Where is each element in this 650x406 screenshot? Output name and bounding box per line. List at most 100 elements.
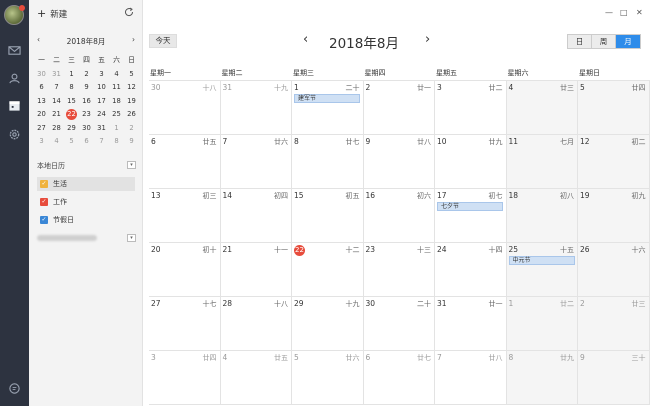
day-cell[interactable]: 31 廿一: [435, 297, 507, 351]
mini-day[interactable]: 28: [49, 122, 64, 136]
mini-day[interactable]: 6: [34, 81, 49, 95]
mini-day[interactable]: 6: [79, 135, 94, 149]
mini-day[interactable]: 16: [79, 95, 94, 109]
calendar-item[interactable]: ✓ 节假日: [37, 213, 135, 227]
day-cell[interactable]: 31 十九: [220, 81, 292, 135]
mini-day[interactable]: 27: [34, 122, 49, 136]
mini-day[interactable]: 4: [109, 68, 124, 82]
new-event-button[interactable]: + 新建: [37, 8, 67, 20]
day-cell[interactable]: 8 廿九: [506, 351, 578, 405]
mini-day[interactable]: 20: [34, 108, 49, 122]
day-cell[interactable]: 5 廿四: [578, 81, 650, 135]
day-cell[interactable]: 12 初二: [578, 135, 650, 189]
mini-day[interactable]: 31: [94, 122, 109, 136]
close-button[interactable]: ✕: [636, 8, 643, 17]
day-cell[interactable]: 2 廿三: [578, 297, 650, 351]
mini-day[interactable]: 5: [124, 68, 139, 82]
mini-day[interactable]: 23: [79, 108, 94, 122]
today-button[interactable]: 今天: [149, 34, 177, 48]
mini-day[interactable]: 9: [79, 81, 94, 95]
day-cell[interactable]: 14 初四: [220, 189, 292, 243]
day-cell[interactable]: 20 初十: [149, 243, 221, 297]
next-month-button[interactable]: ›: [425, 33, 430, 47]
day-cell[interactable]: 3 廿四: [149, 351, 221, 405]
contacts-icon[interactable]: [6, 70, 22, 86]
mini-day[interactable]: 8: [109, 135, 124, 149]
mini-day[interactable]: 30: [79, 122, 94, 136]
mini-day[interactable]: 17: [94, 95, 109, 109]
calendar-item[interactable]: ✓ 生活: [37, 177, 135, 191]
mini-day[interactable]: 9: [124, 135, 139, 149]
mini-day[interactable]: 10: [94, 81, 109, 95]
settings-icon[interactable]: [6, 126, 22, 142]
calendar-checkbox[interactable]: ✓: [40, 216, 48, 224]
day-cell[interactable]: 21 十一: [220, 243, 292, 297]
view-button[interactable]: 周: [592, 35, 616, 48]
day-cell[interactable]: 6 廿七: [363, 351, 435, 405]
view-button[interactable]: 日: [568, 35, 592, 48]
day-cell[interactable]: 19 初九: [578, 189, 650, 243]
day-cell[interactable]: 1 廿二: [506, 297, 578, 351]
mini-day[interactable]: 2: [124, 122, 139, 136]
mini-day[interactable]: 3: [94, 68, 109, 82]
mini-day[interactable]: 21: [49, 108, 64, 122]
day-cell[interactable]: 17 初七 七夕节: [435, 189, 507, 243]
calendar-checkbox[interactable]: ✓: [40, 180, 48, 188]
day-cell[interactable]: 16 初六: [363, 189, 435, 243]
account-collapse-icon[interactable]: ▾: [127, 234, 136, 242]
day-cell[interactable]: 25 十五 中元节: [506, 243, 578, 297]
day-cell[interactable]: 7 廿八: [435, 351, 507, 405]
day-cell[interactable]: 4 廿五: [220, 351, 292, 405]
avatar[interactable]: [4, 5, 25, 25]
mini-day[interactable]: 11: [109, 81, 124, 95]
mini-next-month-button[interactable]: ›: [132, 35, 135, 44]
day-cell[interactable]: 2 廿一: [363, 81, 435, 135]
mini-day[interactable]: 1: [109, 122, 124, 136]
mini-day[interactable]: 7: [49, 81, 64, 95]
day-cell[interactable]: 26 十六: [578, 243, 650, 297]
day-cell[interactable]: 28 十八: [220, 297, 292, 351]
day-cell[interactable]: 8 廿七: [292, 135, 364, 189]
day-cell[interactable]: 10 廿九: [435, 135, 507, 189]
mini-day[interactable]: 24: [94, 108, 109, 122]
day-cell[interactable]: 29 十九: [292, 297, 364, 351]
mini-day[interactable]: 7: [94, 135, 109, 149]
local-calendars-collapse-icon[interactable]: ▾: [127, 161, 136, 169]
day-cell[interactable]: 15 初五: [292, 189, 364, 243]
day-cell[interactable]: 22 十二: [292, 243, 364, 297]
feedback-icon[interactable]: [6, 380, 22, 396]
mini-day[interactable]: 2: [79, 68, 94, 82]
mini-day[interactable]: 5: [64, 135, 79, 149]
day-cell[interactable]: 13 初三: [149, 189, 221, 243]
mini-day[interactable]: 25: [109, 108, 124, 122]
holiday-event[interactable]: 中元节: [508, 256, 575, 265]
mini-day[interactable]: 26: [124, 108, 139, 122]
day-cell[interactable]: 11 七月: [506, 135, 578, 189]
day-cell[interactable]: 1 二十 建军节: [292, 81, 364, 135]
day-cell[interactable]: 7 廿六: [220, 135, 292, 189]
holiday-event[interactable]: 七夕节: [437, 202, 503, 211]
day-cell[interactable]: 27 十七: [149, 297, 221, 351]
maximize-button[interactable]: □: [620, 8, 628, 17]
day-cell[interactable]: 4 廿三: [506, 81, 578, 135]
mini-day[interactable]: 29: [64, 122, 79, 136]
refresh-icon[interactable]: [124, 7, 134, 17]
mini-day[interactable]: 13: [34, 95, 49, 109]
mini-day-today[interactable]: 22: [64, 108, 79, 122]
mini-day[interactable]: 8: [64, 81, 79, 95]
calendar-item[interactable]: ✓ 工作: [37, 195, 135, 209]
day-cell[interactable]: 30 十八: [149, 81, 221, 135]
calendar-icon[interactable]: [6, 97, 22, 113]
day-cell[interactable]: 3 廿二: [435, 81, 507, 135]
mini-day[interactable]: 15: [64, 95, 79, 109]
day-cell[interactable]: 9 三十: [578, 351, 650, 405]
calendar-checkbox[interactable]: ✓: [40, 198, 48, 206]
minimize-button[interactable]: —: [605, 8, 613, 17]
prev-month-button[interactable]: ‹: [303, 33, 308, 47]
mini-day[interactable]: 18: [109, 95, 124, 109]
day-cell[interactable]: 9 廿八: [363, 135, 435, 189]
day-cell[interactable]: 24 十四: [435, 243, 507, 297]
mini-day[interactable]: 1: [64, 68, 79, 82]
day-cell[interactable]: 6 廿五: [149, 135, 221, 189]
mini-day[interactable]: 3: [34, 135, 49, 149]
